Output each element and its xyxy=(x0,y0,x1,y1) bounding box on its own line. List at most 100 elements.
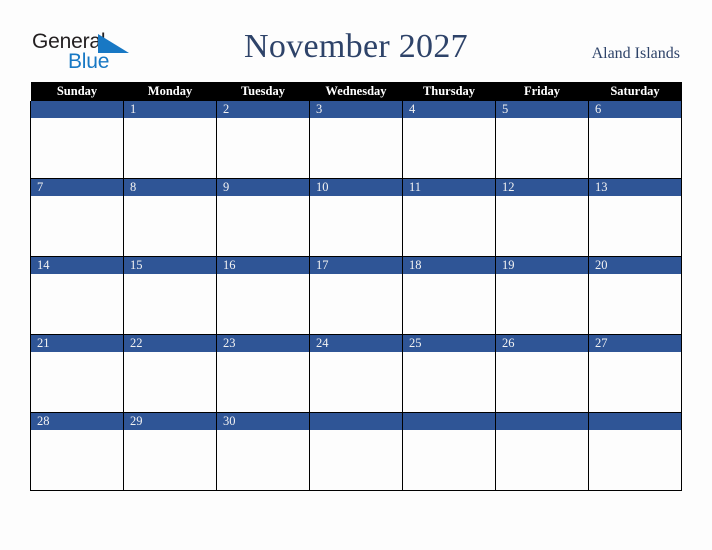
calendar-day-cell[interactable]: 26 xyxy=(495,334,589,413)
day-cell-body[interactable] xyxy=(589,118,681,178)
day-cell-body[interactable] xyxy=(403,274,495,334)
day-cell-body[interactable] xyxy=(31,274,123,334)
calendar-day-cell[interactable] xyxy=(588,412,682,491)
day-cell-body[interactable] xyxy=(31,118,123,178)
day-number xyxy=(310,413,402,430)
day-number: 10 xyxy=(310,179,402,196)
day-cell-body[interactable] xyxy=(403,430,495,490)
day-number: 4 xyxy=(403,101,495,118)
day-cell-body[interactable] xyxy=(124,196,216,256)
calendar-day-cell[interactable]: 7 xyxy=(30,178,124,257)
day-cell-body[interactable] xyxy=(589,352,681,412)
calendar-day-cell[interactable] xyxy=(495,412,589,491)
day-cell-body[interactable] xyxy=(217,430,309,490)
day-number: 5 xyxy=(496,101,588,118)
calendar-day-cell[interactable]: 21 xyxy=(30,334,124,413)
day-cell-body[interactable] xyxy=(124,352,216,412)
day-number: 6 xyxy=(589,101,681,118)
day-cell-body[interactable] xyxy=(124,274,216,334)
calendar-day-cell[interactable]: 19 xyxy=(495,256,589,335)
day-cell-body[interactable] xyxy=(589,196,681,256)
day-cell-body[interactable] xyxy=(403,352,495,412)
calendar-day-cell[interactable]: 12 xyxy=(495,178,589,257)
day-cell-body[interactable] xyxy=(589,430,681,490)
weekday-header-row: Sunday Monday Tuesday Wednesday Thursday… xyxy=(30,82,682,101)
day-cell-body[interactable] xyxy=(496,430,588,490)
calendar-day-cell[interactable]: 24 xyxy=(309,334,403,413)
day-number: 27 xyxy=(589,335,681,352)
day-number: 23 xyxy=(217,335,309,352)
calendar-header-row-group: Sunday Monday Tuesday Wednesday Thursday… xyxy=(30,82,682,101)
calendar-day-cell[interactable]: 3 xyxy=(309,101,403,179)
calendar-day-cell[interactable]: 18 xyxy=(402,256,496,335)
calendar-day-cell[interactable]: 22 xyxy=(123,334,217,413)
calendar-day-cell[interactable]: 1 xyxy=(123,101,217,179)
day-number: 8 xyxy=(124,179,216,196)
day-cell-body[interactable] xyxy=(496,352,588,412)
day-cell-body[interactable] xyxy=(589,274,681,334)
day-cell-body[interactable] xyxy=(217,196,309,256)
day-number: 1 xyxy=(124,101,216,118)
day-cell-body[interactable] xyxy=(31,352,123,412)
day-cell-body[interactable] xyxy=(31,196,123,256)
day-number: 18 xyxy=(403,257,495,274)
calendar-day-cell[interactable]: 14 xyxy=(30,256,124,335)
calendar-day-cell[interactable]: 4 xyxy=(402,101,496,179)
day-cell-body[interactable] xyxy=(217,274,309,334)
day-number: 20 xyxy=(589,257,681,274)
calendar-day-cell[interactable]: 23 xyxy=(216,334,310,413)
day-cell-body[interactable] xyxy=(217,352,309,412)
calendar-day-cell[interactable]: 17 xyxy=(309,256,403,335)
day-cell-body[interactable] xyxy=(310,274,402,334)
day-cell-body[interactable] xyxy=(31,430,123,490)
day-number xyxy=(589,413,681,430)
day-cell-body[interactable] xyxy=(403,196,495,256)
calendar-day-cell[interactable]: 27 xyxy=(588,334,682,413)
day-cell-body[interactable] xyxy=(124,430,216,490)
calendar-day-cell[interactable] xyxy=(30,101,124,179)
calendar-day-cell[interactable]: 9 xyxy=(216,178,310,257)
calendar-day-cell[interactable]: 8 xyxy=(123,178,217,257)
day-number: 21 xyxy=(31,335,123,352)
day-cell-body[interactable] xyxy=(310,430,402,490)
day-cell-body[interactable] xyxy=(403,118,495,178)
day-number: 2 xyxy=(217,101,309,118)
day-number: 3 xyxy=(310,101,402,118)
calendar-day-cell[interactable] xyxy=(402,412,496,491)
day-cell-body[interactable] xyxy=(310,352,402,412)
day-number: 19 xyxy=(496,257,588,274)
calendar-day-cell[interactable]: 2 xyxy=(216,101,310,179)
calendar-day-cell[interactable]: 13 xyxy=(588,178,682,257)
day-cell-body[interactable] xyxy=(217,118,309,178)
day-cell-body[interactable] xyxy=(310,196,402,256)
day-cell-body[interactable] xyxy=(496,118,588,178)
calendar-day-cell[interactable]: 25 xyxy=(402,334,496,413)
weekday-header-monday: Monday xyxy=(123,82,217,101)
weekday-header-friday: Friday xyxy=(495,82,589,101)
day-cell-body[interactable] xyxy=(496,196,588,256)
weekday-header-saturday: Saturday xyxy=(588,82,682,101)
calendar-day-cell[interactable]: 16 xyxy=(216,256,310,335)
day-cell-body[interactable] xyxy=(310,118,402,178)
calendar-day-cell[interactable]: 10 xyxy=(309,178,403,257)
weekday-header-tuesday: Tuesday xyxy=(216,82,310,101)
calendar-day-cell[interactable]: 20 xyxy=(588,256,682,335)
day-number: 26 xyxy=(496,335,588,352)
calendar-day-cell[interactable]: 29 xyxy=(123,412,217,491)
calendar-week-row: 21 22 23 24 25 26 27 xyxy=(30,334,682,413)
page-header: General Blue November 2027 Aland Islands xyxy=(0,0,712,82)
day-cell-body[interactable] xyxy=(124,118,216,178)
calendar-day-cell[interactable]: 30 xyxy=(216,412,310,491)
calendar-day-cell[interactable]: 28 xyxy=(30,412,124,491)
calendar-day-cell[interactable]: 11 xyxy=(402,178,496,257)
day-number xyxy=(31,101,123,118)
day-number: 15 xyxy=(124,257,216,274)
day-number: 16 xyxy=(217,257,309,274)
calendar-day-cell[interactable]: 15 xyxy=(123,256,217,335)
day-cell-body[interactable] xyxy=(496,274,588,334)
day-number: 11 xyxy=(403,179,495,196)
calendar-page: General Blue November 2027 Aland Islands… xyxy=(0,0,712,550)
calendar-day-cell[interactable]: 6 xyxy=(588,101,682,179)
calendar-day-cell[interactable]: 5 xyxy=(495,101,589,179)
calendar-day-cell[interactable] xyxy=(309,412,403,491)
